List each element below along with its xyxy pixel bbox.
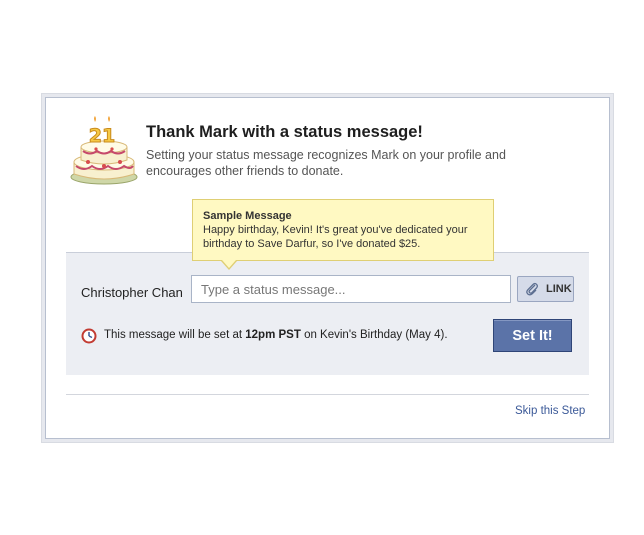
dialog-subtitle: Setting your status message recognizes M… [146, 148, 506, 178]
link-button[interactable]: LINK [517, 276, 574, 302]
schedule-suffix: on Kevin's Birthday (May 4). [300, 329, 448, 341]
user-name: Christopher Chan [81, 285, 183, 300]
schedule-text: This message will be set at 12pm PST on … [104, 329, 448, 341]
schedule-prefix: This message will be set at [104, 329, 246, 341]
thank-dialog: 21 Thank Mark with a status message! Set… [45, 97, 610, 439]
cake-number: 21 [89, 125, 115, 147]
status-message-input[interactable] [191, 275, 511, 303]
dialog-frame: 21 Thank Mark with a status message! Set… [41, 93, 614, 443]
clock-icon [81, 328, 97, 344]
link-button-label: LINK [546, 283, 572, 295]
tooltip-arrow-fill [222, 260, 236, 268]
paperclip-icon [526, 282, 538, 296]
tooltip-title: Sample Message [203, 210, 292, 222]
sample-message-tooltip: Sample Message Happy birthday, Kevin! It… [192, 199, 494, 261]
set-it-button[interactable]: Set It! [493, 319, 572, 352]
divider [66, 394, 589, 395]
skip-step-link[interactable]: Skip this Step [515, 405, 585, 417]
birthday-cake-icon: 21 [70, 116, 138, 185]
dialog-title: Thank Mark with a status message! [146, 123, 423, 141]
schedule-time: 12pm PST [245, 329, 301, 341]
status-form-panel [66, 252, 589, 375]
tooltip-body: Happy birthday, Kevin! It's great you've… [203, 224, 468, 250]
